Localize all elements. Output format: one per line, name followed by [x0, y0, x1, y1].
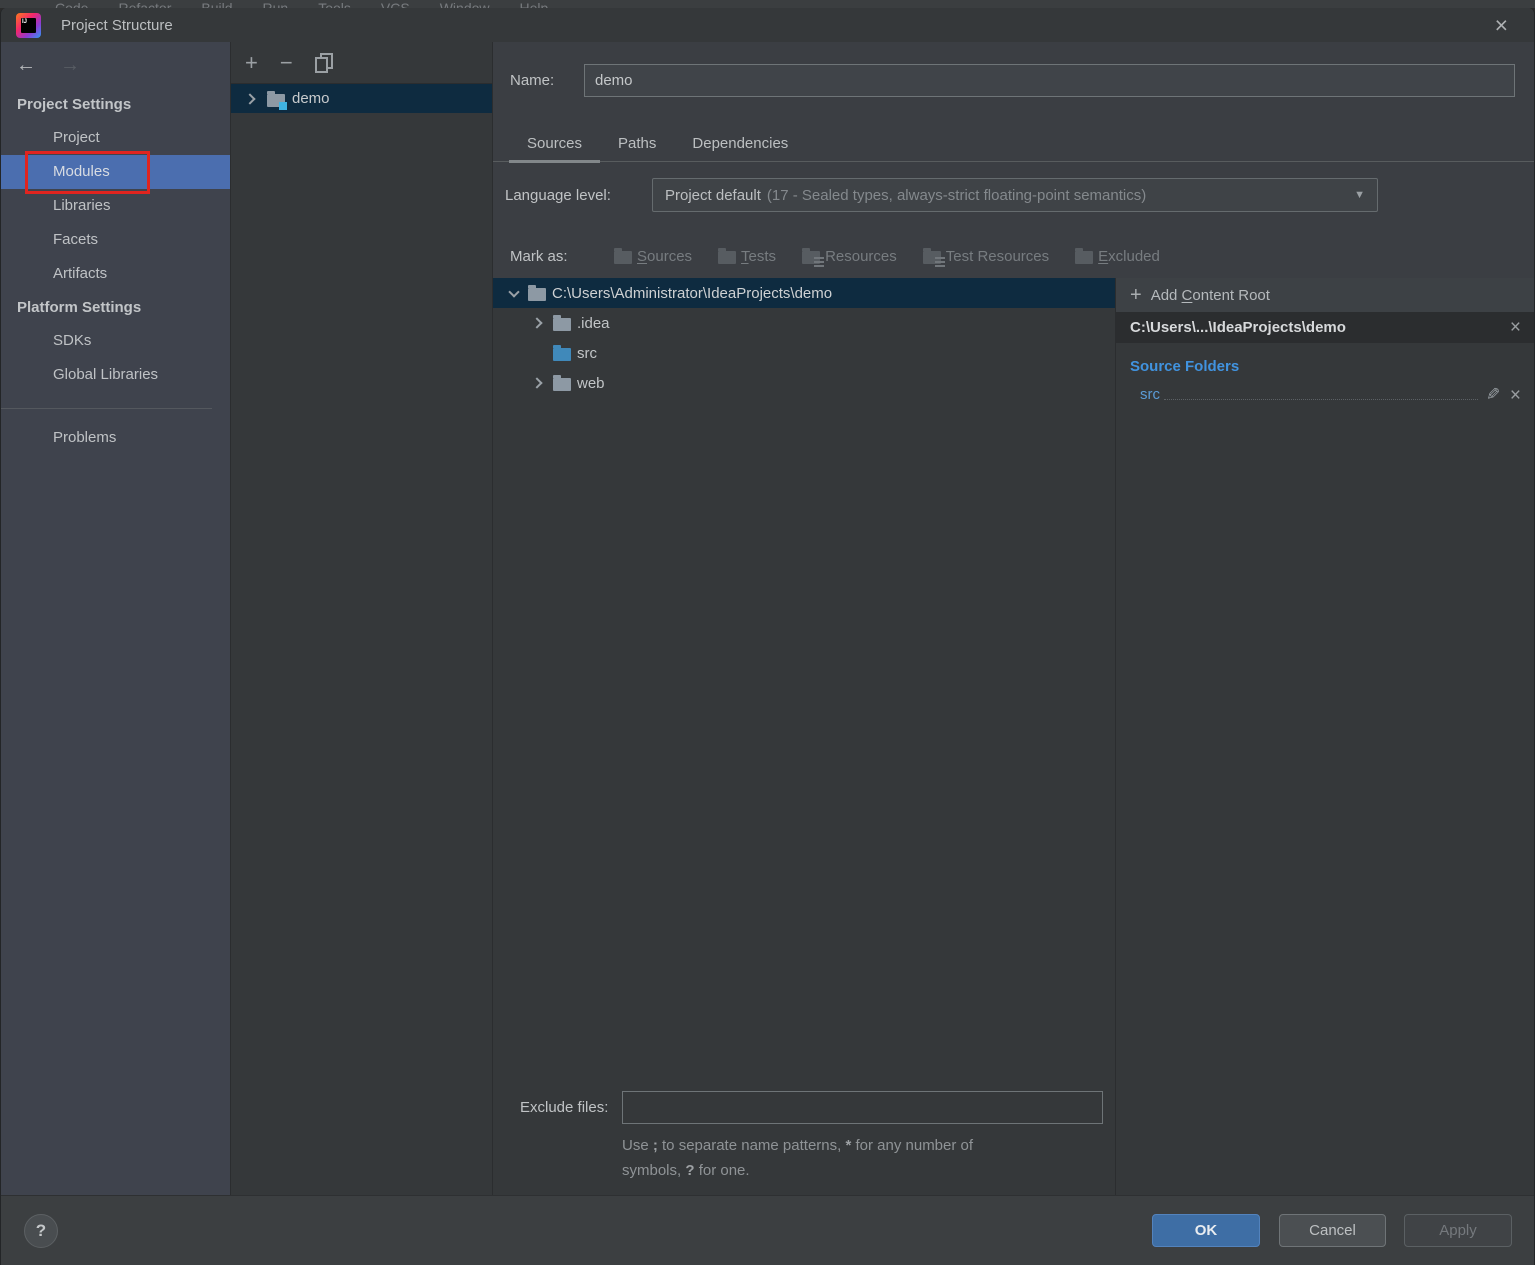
tree-row-content-root[interactable]: C:\Users\Administrator\IdeaProjects\demo [493, 278, 1115, 308]
mark-as-sources-button[interactable]: Sources [614, 248, 692, 265]
chevron-right-icon[interactable] [244, 93, 255, 104]
cancel-button[interactable]: Cancel [1279, 1214, 1386, 1247]
chevron-right-icon[interactable] [531, 317, 542, 328]
tree-row-label: C:\Users\Administrator\IdeaProjects\demo [552, 285, 832, 302]
tree-row-label: src [577, 345, 597, 362]
remove-source-folder-icon[interactable]: × [1510, 386, 1521, 405]
mark-as-excluded-button[interactable]: Excluded [1075, 248, 1160, 265]
bg-menu-item: Tools [318, 1, 351, 8]
add-module-icon[interactable]: + [245, 52, 258, 74]
folder-icon [553, 378, 571, 391]
content-root-tree: C:\Users\Administrator\IdeaProjects\demo… [493, 278, 1116, 1195]
content-root-path: C:\Users\...\IdeaProjects\demo [1130, 319, 1346, 336]
add-content-root-button[interactable]: + Add Content Root [1116, 278, 1534, 312]
language-level-label: Language level: [505, 187, 652, 204]
back-arrow-icon[interactable]: ← [16, 54, 36, 77]
background-menu-sliver: Code Refactor Build Run Tools VCS Window… [0, 0, 1535, 8]
modules-toolbar: + − [231, 42, 492, 84]
bg-menu-item: Run [263, 1, 289, 8]
excluded-folder-icon [1075, 251, 1093, 264]
source-folder-entry[interactable]: src ✎ × [1140, 381, 1521, 405]
source-folder-icon [553, 348, 571, 361]
sidebar-item-modules-label: Modules [53, 163, 110, 180]
content-root-entry[interactable]: C:\Users\...\IdeaProjects\demo × [1116, 312, 1534, 343]
language-level-note: (17 - Sealed types, always-strict floati… [767, 187, 1146, 204]
bg-menu-item: Refactor [118, 1, 171, 8]
exclude-files-label: Exclude files: [520, 1099, 622, 1116]
language-level-select[interactable]: Project default (17 - Sealed types, alwa… [652, 178, 1378, 212]
language-level-value: Project default [665, 187, 761, 204]
folder-icon [553, 318, 571, 331]
tests-folder-icon [718, 251, 736, 264]
bg-menu-item: Code [55, 1, 88, 8]
tab-paths[interactable]: Paths [600, 125, 674, 161]
mark-as-resources-button[interactable]: Resources [802, 248, 897, 265]
module-folder-icon [267, 94, 285, 107]
help-button[interactable]: ? [24, 1214, 58, 1248]
forward-arrow-icon[interactable]: → [60, 54, 80, 77]
test-resources-folder-icon [923, 251, 941, 264]
tab-dependencies[interactable]: Dependencies [674, 125, 806, 161]
chevron-down-icon[interactable] [508, 286, 519, 297]
sidebar-item-sdks[interactable]: SDKs [1, 324, 230, 358]
mark-as-test-resources-button[interactable]: Test Resources [923, 248, 1049, 265]
apply-button[interactable]: Apply [1404, 1214, 1512, 1247]
sidebar-group-project-settings: Project Settings [1, 88, 230, 121]
module-name-input[interactable] [584, 64, 1515, 97]
ok-button[interactable]: OK [1152, 1214, 1260, 1247]
tree-row-label: web [577, 375, 605, 392]
module-tabs: Sources Paths Dependencies [493, 125, 1534, 162]
mark-as-tests-button[interactable]: Tests [718, 248, 776, 265]
tree-row-idea[interactable]: .idea [493, 308, 1115, 338]
sidebar-item-project[interactable]: Project [1, 121, 230, 155]
dialog-title: Project Structure [61, 17, 173, 34]
content-roots-panel: + Add Content Root C:\Users\...\IdeaProj… [1116, 278, 1534, 1195]
copy-module-icon[interactable] [315, 53, 332, 72]
remove-content-root-icon[interactable]: × [1510, 318, 1521, 337]
sidebar-item-modules[interactable]: Modules [1, 155, 230, 189]
bg-menu-item: Build [201, 1, 232, 8]
dotted-leader [1164, 399, 1478, 400]
plus-icon: + [1130, 285, 1142, 305]
sidebar-divider [1, 408, 212, 409]
dialog-titlebar: IJ Project Structure × [1, 8, 1534, 42]
exclude-files-hint: Use ; to separate name patterns, * for a… [622, 1133, 1102, 1183]
tree-row-src[interactable]: src [493, 338, 1115, 368]
sidebar-item-libraries[interactable]: Libraries [1, 189, 230, 223]
dialog-footer: ? OK Cancel Apply [1, 1195, 1534, 1265]
bg-menu-item: Window [440, 1, 490, 8]
module-name-label: demo [292, 90, 330, 107]
bg-menu-item: VCS [381, 1, 410, 8]
module-list-item-demo[interactable]: demo [231, 84, 492, 113]
source-folders-header: Source Folders [1130, 358, 1534, 375]
sources-folder-icon [614, 251, 632, 264]
sidebar-item-problems[interactable]: Problems [1, 421, 230, 455]
remove-module-icon[interactable]: − [280, 52, 293, 74]
tree-row-label: .idea [577, 315, 610, 332]
tab-sources[interactable]: Sources [509, 125, 600, 161]
settings-sidebar: ← → Project Settings Project Modules Lib… [1, 42, 231, 1195]
sidebar-item-artifacts[interactable]: Artifacts [1, 257, 230, 291]
module-editor-panel: Name: Sources Paths Dependencies Languag… [493, 42, 1534, 1195]
chevron-down-icon: ▼ [1354, 189, 1365, 201]
name-label: Name: [510, 72, 584, 89]
mark-as-label: Mark as: [510, 248, 614, 265]
sidebar-group-platform-settings: Platform Settings [1, 291, 230, 324]
resources-folder-icon [802, 251, 820, 264]
sidebar-item-facets[interactable]: Facets [1, 223, 230, 257]
project-structure-dialog: IJ Project Structure × ← → Project Setti… [0, 8, 1535, 1265]
close-icon[interactable]: × [1495, 14, 1508, 37]
bg-menu-item: Help [520, 1, 549, 8]
exclude-files-input[interactable] [622, 1091, 1103, 1124]
chevron-right-icon[interactable] [531, 377, 542, 388]
sidebar-item-global-libraries[interactable]: Global Libraries [1, 358, 230, 392]
tree-row-web[interactable]: web [493, 368, 1115, 398]
edit-pencil-icon[interactable]: ✎ [1486, 385, 1500, 405]
source-folder-name: src [1140, 385, 1160, 405]
intellij-logo-text: IJ [21, 18, 36, 33]
intellij-logo-icon: IJ [16, 13, 41, 38]
folder-icon [528, 288, 546, 301]
modules-list-panel: + − demo [231, 42, 493, 1195]
